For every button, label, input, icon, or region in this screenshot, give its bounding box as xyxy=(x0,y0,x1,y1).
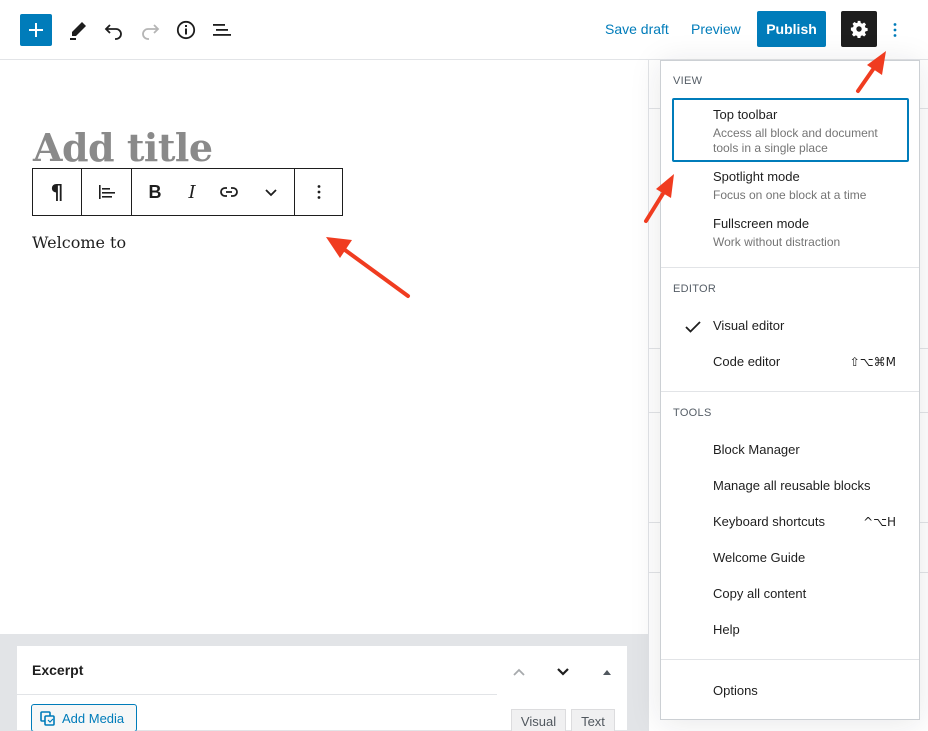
list-view-button[interactable] xyxy=(206,14,238,46)
align-left-icon xyxy=(98,185,115,199)
paragraph-block[interactable]: Welcome to xyxy=(32,233,126,252)
visual-editor-label: Visual editor xyxy=(713,318,785,333)
chevron-down-icon xyxy=(557,668,569,676)
copy-all-content-label: Copy all content xyxy=(713,586,807,601)
block-options-button[interactable] xyxy=(295,169,343,215)
top-toolbar: Save draft Preview Publish xyxy=(0,0,928,60)
menu-divider xyxy=(661,659,919,660)
visual-editor-item[interactable]: Visual editor xyxy=(672,313,909,341)
block-switcher-group: ¶ xyxy=(33,169,82,215)
bold-button[interactable]: B xyxy=(136,169,174,215)
chevron-up-icon xyxy=(513,668,525,676)
more-rich-text-button[interactable] xyxy=(248,169,294,215)
excerpt-divider xyxy=(17,694,497,695)
keyboard-shortcuts-item[interactable]: Keyboard shortcuts ^⌥H xyxy=(672,509,909,537)
spotlight-mode-description: Focus on one block at a time xyxy=(713,188,867,202)
alignment-group xyxy=(82,169,132,215)
fullscreen-mode-label: Fullscreen mode xyxy=(713,216,810,231)
reusable-blocks-label: Manage all reusable blocks xyxy=(713,478,871,493)
options-item[interactable]: Options xyxy=(672,678,909,706)
excerpt-panel: Excerpt Add Media Visual Text xyxy=(16,645,628,731)
block-type-button[interactable]: ¶ xyxy=(33,169,81,215)
italic-icon: I xyxy=(188,181,196,203)
undo-icon xyxy=(104,24,122,40)
more-vertical-icon xyxy=(317,185,321,199)
code-editor-label: Code editor xyxy=(713,354,781,369)
redo-button[interactable] xyxy=(134,14,166,46)
more-tools-menu: View Top toolbar Access all block and do… xyxy=(660,60,920,720)
code-editor-shortcut: ⇧⌥⌘M xyxy=(849,355,896,369)
copy-all-content-item[interactable]: Copy all content xyxy=(672,581,909,609)
fullscreen-mode-item[interactable]: Fullscreen mode Work without distraction xyxy=(672,210,909,256)
editor-section-label: Editor xyxy=(673,283,717,295)
block-toolbar: ¶ B I xyxy=(32,168,343,216)
redo-icon xyxy=(142,24,160,40)
add-block-button[interactable] xyxy=(20,14,52,46)
tab-visual[interactable]: Visual xyxy=(511,709,566,731)
block-manager-label: Block Manager xyxy=(713,442,800,457)
more-menu-button[interactable] xyxy=(884,14,906,46)
spotlight-mode-item[interactable]: Spotlight mode Focus on one block at a t… xyxy=(672,163,909,209)
details-button[interactable] xyxy=(170,14,202,46)
undo-button[interactable] xyxy=(98,14,130,46)
gear-icon xyxy=(850,20,868,38)
add-media-button[interactable]: Add Media xyxy=(31,704,137,731)
bold-icon: B xyxy=(148,181,162,202)
save-draft-button[interactable]: Save draft xyxy=(605,21,669,37)
chevron-down-icon xyxy=(265,189,277,197)
help-label: Help xyxy=(713,622,740,637)
list-view-icon xyxy=(213,24,231,36)
pencil-icon xyxy=(70,22,86,40)
media-icon xyxy=(40,711,55,726)
top-toolbar-label: Top toolbar xyxy=(713,107,778,122)
options-label: Options xyxy=(713,683,758,698)
block-options-group xyxy=(295,169,343,215)
link-button[interactable] xyxy=(210,169,248,215)
reusable-blocks-item[interactable]: Manage all reusable blocks xyxy=(672,473,909,501)
view-section-label: View xyxy=(673,75,703,87)
keyboard-shortcuts-shortcut: ^⌥H xyxy=(863,515,896,529)
tab-text[interactable]: Text xyxy=(571,709,615,731)
move-up-button[interactable] xyxy=(507,660,531,684)
publish-button[interactable]: Publish xyxy=(757,11,826,47)
arrow-to-block-toolbar xyxy=(326,237,410,298)
paragraph-icon: ¶ xyxy=(50,180,64,204)
excerpt-title: Excerpt xyxy=(32,662,84,678)
plus-icon xyxy=(29,23,43,37)
welcome-guide-item[interactable]: Welcome Guide xyxy=(672,545,909,573)
keyboard-shortcuts-label: Keyboard shortcuts xyxy=(713,514,826,529)
toggle-panel-button[interactable] xyxy=(595,660,619,684)
tools-button[interactable] xyxy=(62,14,94,46)
move-down-button[interactable] xyxy=(551,660,575,684)
block-manager-item[interactable]: Block Manager xyxy=(672,437,909,465)
caret-up-icon xyxy=(603,670,611,675)
menu-divider xyxy=(661,391,919,392)
align-button[interactable] xyxy=(82,169,131,215)
info-icon xyxy=(176,20,196,40)
check-icon xyxy=(685,321,701,333)
preview-button[interactable]: Preview xyxy=(691,21,741,37)
menu-divider xyxy=(661,267,919,268)
tools-section-label: Tools xyxy=(673,407,712,419)
more-vertical-icon xyxy=(893,23,897,37)
link-icon xyxy=(220,187,238,197)
spotlight-mode-label: Spotlight mode xyxy=(713,169,800,184)
fullscreen-mode-description: Work without distraction xyxy=(713,235,841,249)
settings-button[interactable] xyxy=(841,11,877,47)
formatting-group: B I xyxy=(132,169,295,215)
welcome-guide-label: Welcome Guide xyxy=(713,550,806,565)
code-editor-item[interactable]: Code editor ⇧⌥⌘M xyxy=(672,349,909,377)
italic-button[interactable]: I xyxy=(174,169,210,215)
post-title-input[interactable]: Add title xyxy=(33,125,213,170)
help-item[interactable]: Help xyxy=(672,617,909,645)
top-toolbar-description: Access all block and document tools in a… xyxy=(713,126,878,155)
add-media-label: Add Media xyxy=(62,710,125,726)
